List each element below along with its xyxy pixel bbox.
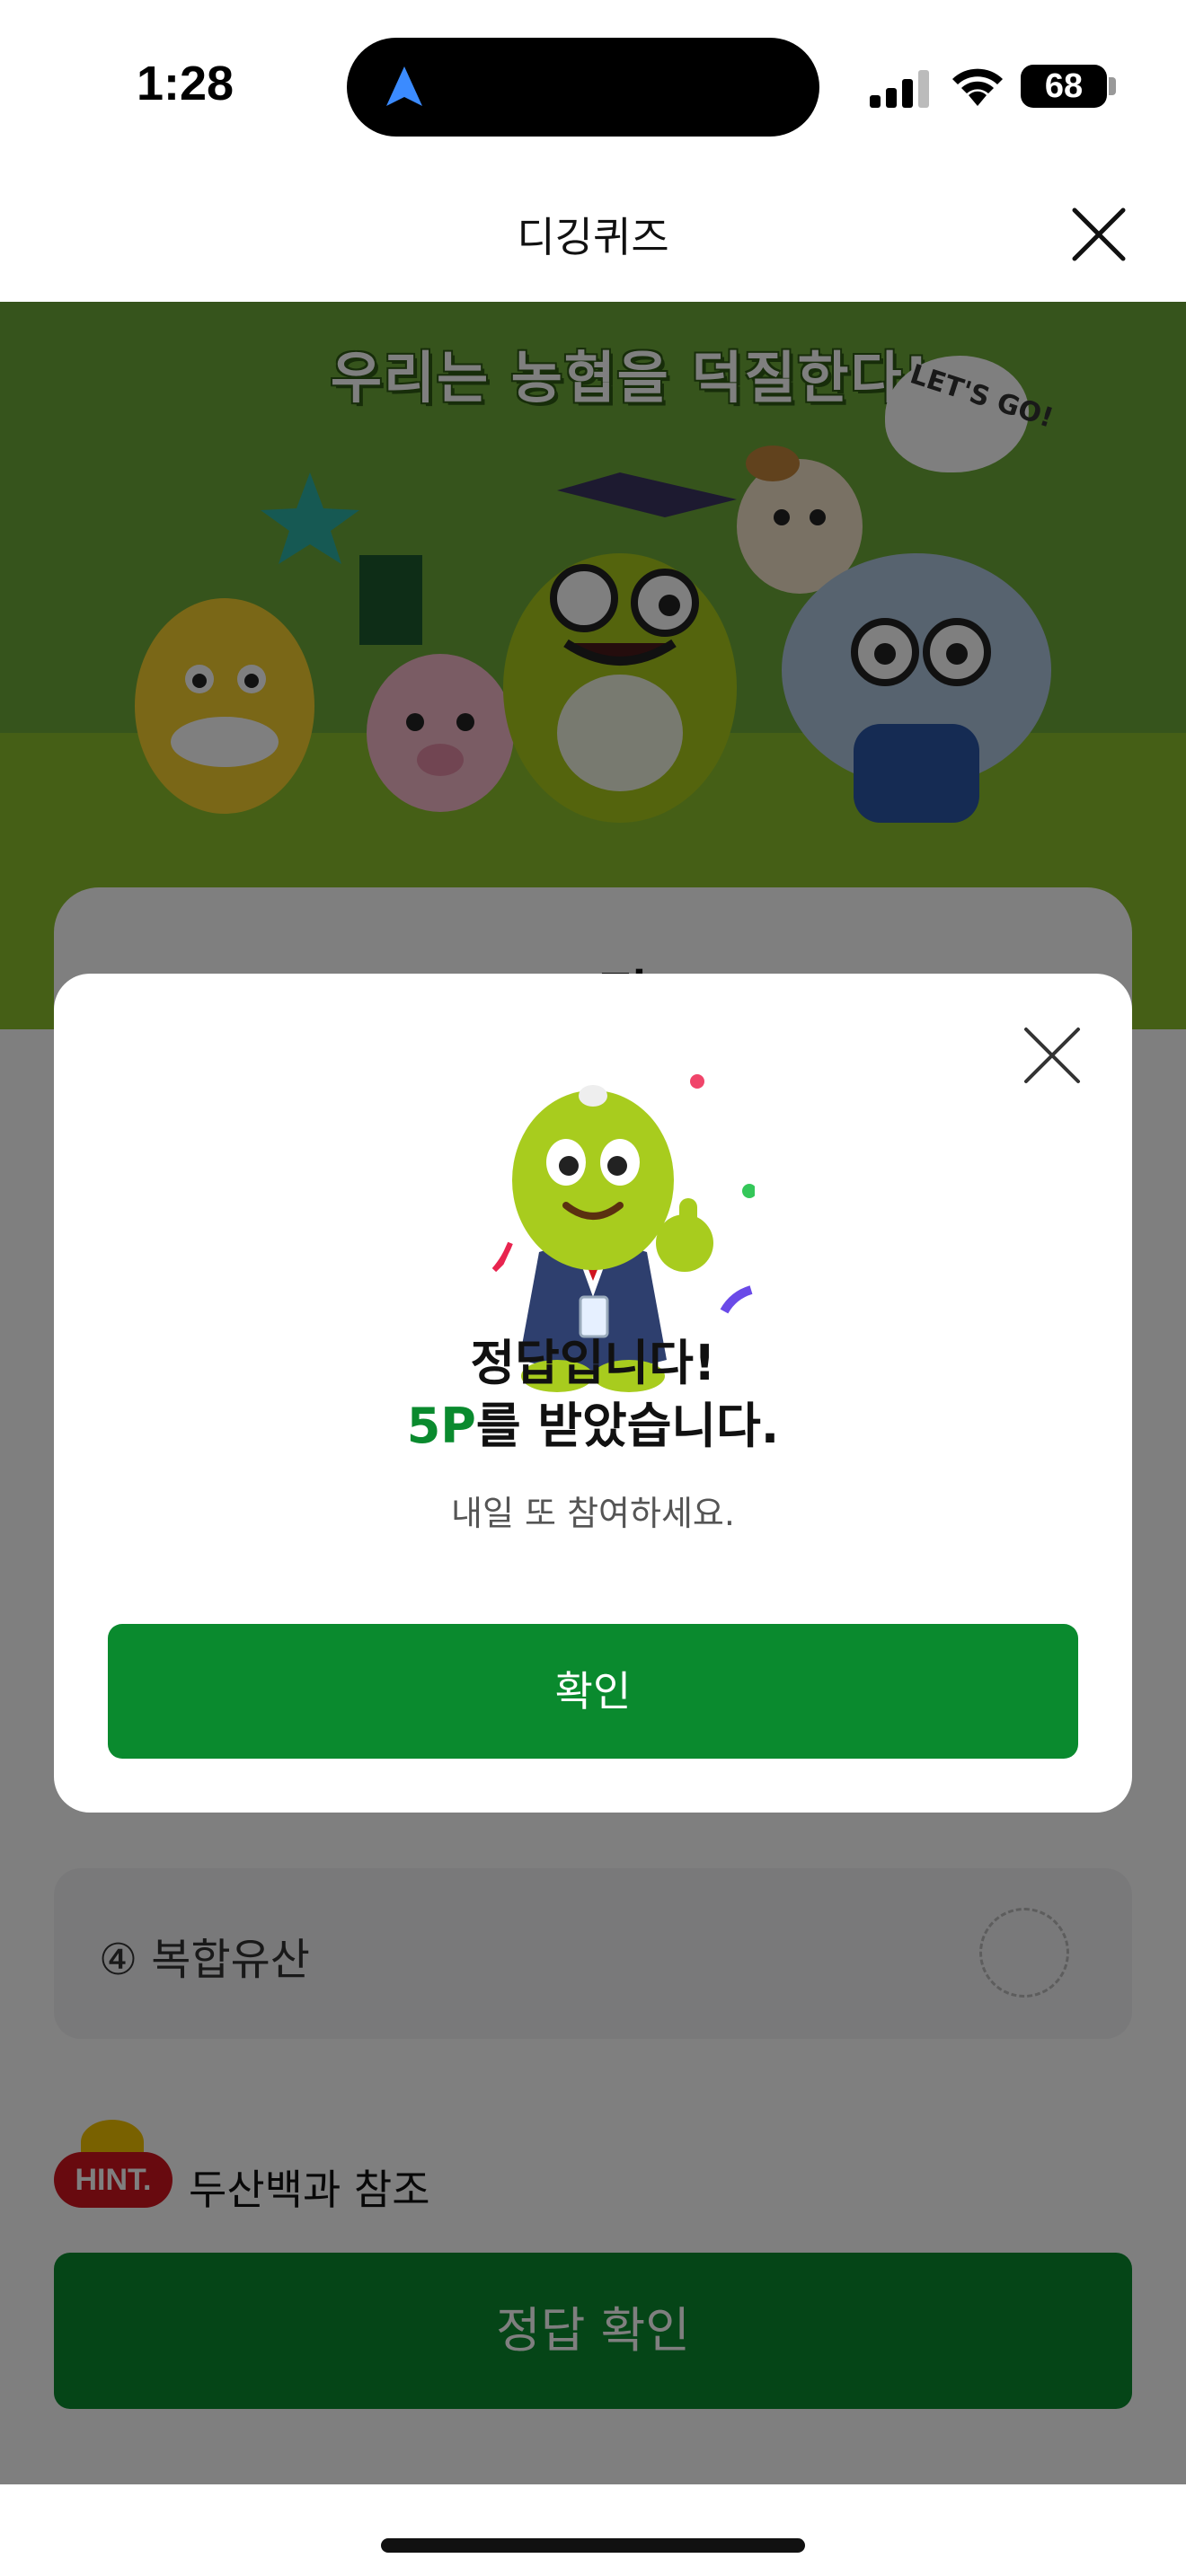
battery-icon: 68 — [1021, 65, 1107, 108]
modal-close-icon[interactable] — [1021, 1024, 1084, 1087]
battery-nub — [1109, 77, 1116, 95]
status-bar: 1:28 68 — [0, 0, 1186, 171]
points-suffix: 를 받았습니다. — [475, 1398, 780, 1454]
home-indicator-area — [0, 2484, 1186, 2576]
home-indicator[interactable] — [381, 2538, 805, 2553]
dynamic-island — [347, 38, 819, 137]
points-value: 5P — [406, 1398, 476, 1454]
header: 디깅퀴즈 — [0, 171, 1186, 302]
modal-subtitle: 내일 또 참여하세요. — [451, 1494, 735, 1533]
status-time: 1:28 — [137, 57, 235, 110]
location-arrow-icon — [386, 66, 422, 106]
battery-percent: 68 — [1044, 67, 1084, 105]
confirm-button[interactable]: 확인 — [108, 1624, 1078, 1759]
result-modal: 정답입니다! 5P를 받았습니다. 내일 또 참여하세요. 확인 — [54, 974, 1132, 1813]
cellular-signal-icon — [870, 70, 929, 108]
wifi-icon — [952, 68, 1003, 106]
modal-points-text: 5P를 받았습니다. — [54, 1396, 1132, 1457]
page-title: 디깅퀴즈 — [517, 213, 669, 261]
close-icon[interactable] — [1069, 205, 1128, 264]
modal-title: 정답입니다! — [470, 1335, 716, 1391]
